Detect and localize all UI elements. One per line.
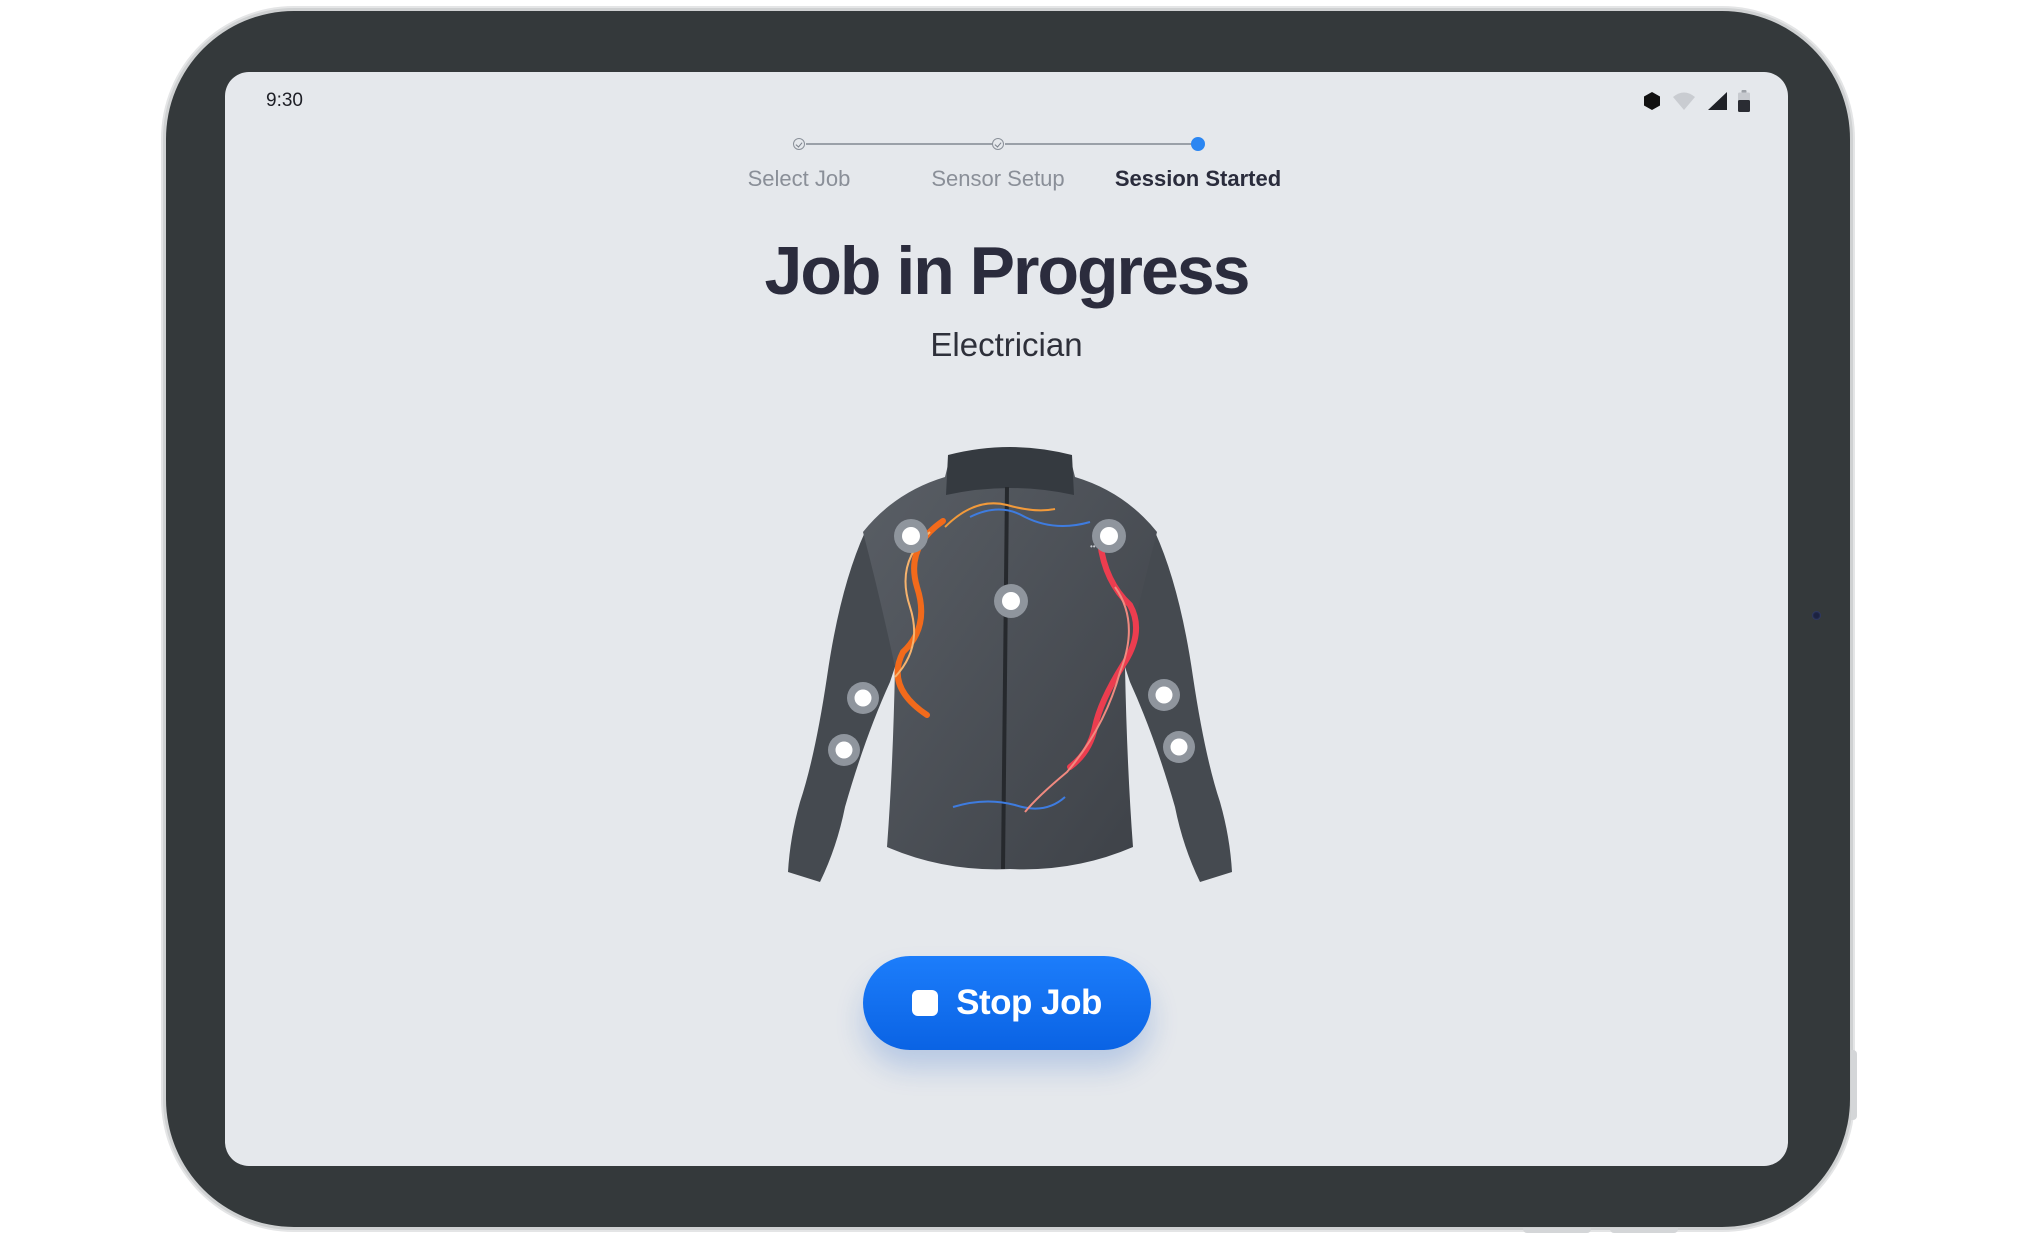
battery-icon (1738, 90, 1750, 112)
hexagon-icon (1644, 92, 1660, 110)
sensor-jacket-illustration: ••••• (788, 447, 1232, 882)
sensor-node-right-shoulder (1092, 519, 1126, 553)
sensor-node-right-forearm (1148, 679, 1180, 711)
stop-job-label: Stop Job (956, 983, 1102, 1022)
job-subtitle: Electrician (930, 326, 1083, 363)
stepper-line (806, 143, 999, 145)
front-camera (1812, 611, 1821, 620)
sensor-node-chest (994, 584, 1028, 618)
sensor-node-left-shoulder (894, 519, 928, 553)
tablet-screen: 9:30 Select Job Sensor Setup Session Sta… (225, 72, 1788, 1166)
stop-job-button[interactable]: Stop Job (863, 956, 1151, 1050)
tablet-side-button (1851, 1050, 1857, 1120)
step-active-dot (1191, 137, 1205, 151)
jacket-collar (946, 447, 1074, 495)
stepper-line (1005, 143, 1197, 145)
progress-stepper: Select Job Sensor Setup Session Started (225, 132, 1788, 202)
step-label-session-started: Session Started (1114, 166, 1282, 191)
signal-icon (1708, 92, 1727, 110)
tablet-volume-button (1610, 1228, 1678, 1233)
wifi-icon (1673, 92, 1695, 110)
step-check-icon (793, 138, 805, 150)
page-title: Job in Progress (764, 233, 1251, 309)
tablet-volume-button (1523, 1228, 1591, 1233)
stop-icon (912, 990, 939, 1016)
step-check-icon (992, 138, 1004, 150)
sensor-node-right-wrist (1163, 731, 1195, 763)
status-time: 9:30 (266, 90, 303, 111)
sensor-node-left-forearm (847, 682, 879, 714)
status-icons (1642, 90, 1750, 112)
sensor-node-left-wrist (828, 734, 860, 766)
